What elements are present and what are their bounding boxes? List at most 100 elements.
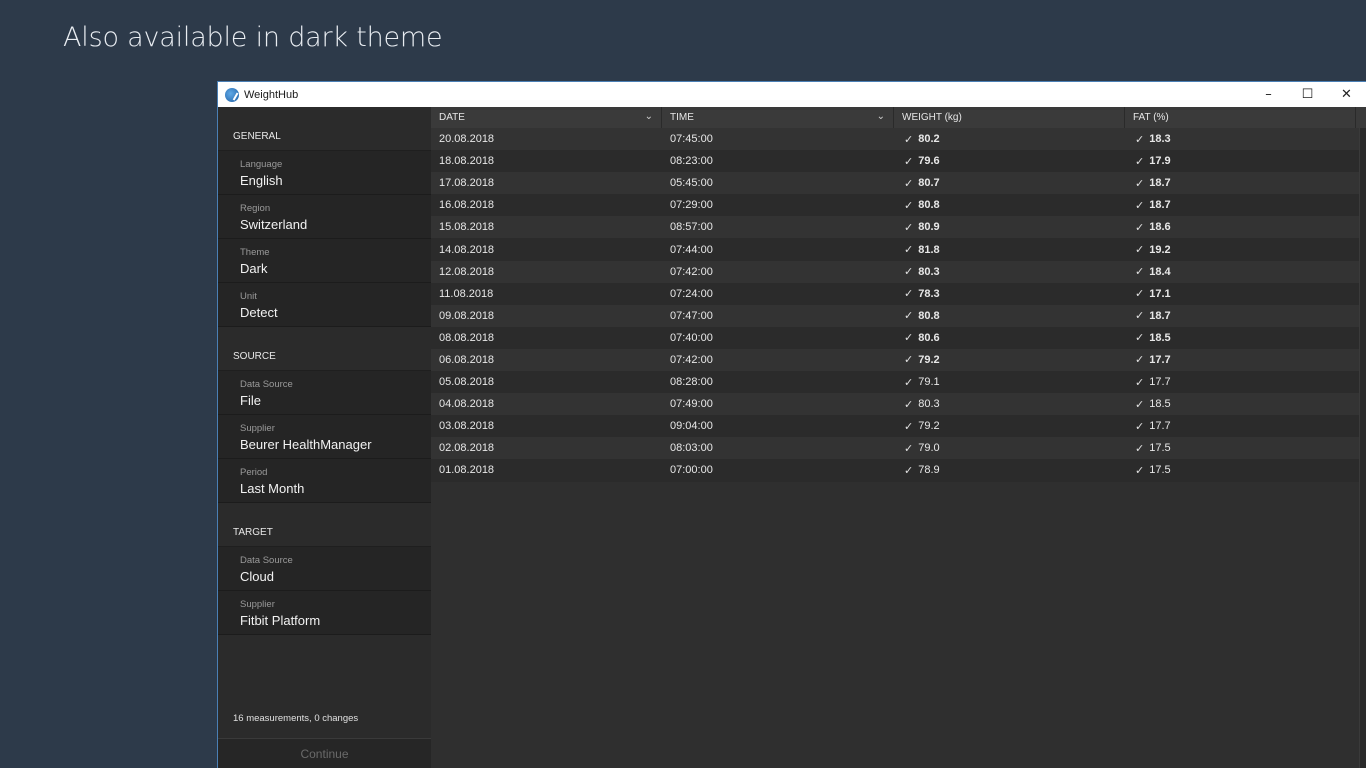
table-row[interactable]: 03.08.2018 09:04:00 ✓ 79.2 ✓ 17.7 — [431, 415, 1366, 438]
checkmark-icon: ✓ — [1135, 419, 1145, 433]
table-row[interactable]: 05.08.2018 08:28:00 ✓ 79.1 ✓ 17.7 — [431, 371, 1366, 394]
table-row[interactable]: 06.08.2018 07:42:00 ✓ 79.2 ✓ 17.7 — [431, 348, 1366, 372]
table-row[interactable]: 16.08.2018 07:29:00 ✓ 80.8 ✓ 18.7 — [431, 194, 1366, 217]
time-value: 07:42:00 — [670, 265, 713, 278]
fat-value: 17.1 — [1149, 287, 1171, 300]
time-value: 07:29:00 — [670, 199, 713, 212]
checkmark-icon: ✓ — [1135, 176, 1145, 190]
date-value: 09.08.2018 — [439, 309, 495, 322]
table-row[interactable]: 20.08.2018 07:45:00 ✓ 80.2 ✓ 18.3 — [431, 128, 1366, 151]
checkmark-icon: ✓ — [1135, 353, 1145, 367]
weight-cell: ✓ 80.6 — [894, 331, 1125, 344]
chevron-down-icon[interactable]: ⌄ — [645, 111, 653, 122]
setting-target-supplier[interactable]: Supplier Fitbit Platform — [218, 591, 431, 635]
weight-cell: ✓ 80.2 — [894, 133, 1125, 146]
setting-label: Supplier — [240, 599, 275, 610]
minimize-button[interactable]: – — [1249, 82, 1288, 107]
checkmark-icon: ✓ — [904, 198, 914, 212]
table-row[interactable]: 01.08.2018 07:00:00 ✓ 78.9 ✓ 17.5 — [431, 459, 1366, 482]
fat-cell: ✓ 18.5 — [1125, 398, 1356, 411]
checkmark-icon: ✓ — [1135, 132, 1145, 146]
table-row[interactable]: 17.08.2018 05:45:00 ✓ 80.7 ✓ 18.7 — [431, 172, 1366, 195]
weight-value: 79.2 — [918, 420, 940, 433]
time-cell: 07:45:00 — [662, 133, 894, 145]
checkmark-icon: ✓ — [904, 331, 914, 345]
setting-language[interactable]: Language English — [218, 151, 431, 195]
time-cell: 07:40:00 — [662, 332, 894, 344]
date-value: 17.08.2018 — [439, 177, 495, 190]
maximize-button[interactable]: ☐ — [1288, 82, 1327, 107]
time-value: 07:40:00 — [670, 331, 713, 344]
table-row[interactable]: 15.08.2018 08:57:00 ✓ 80.9 ✓ 18.6 — [431, 216, 1366, 239]
setting-value: Beurer HealthManager — [240, 437, 372, 452]
checkmark-icon: ✓ — [1135, 309, 1145, 323]
setting-unit[interactable]: Unit Detect — [218, 283, 431, 327]
table-row[interactable]: 09.08.2018 07:47:00 ✓ 80.8 ✓ 18.7 — [431, 304, 1366, 327]
setting-label: Theme — [240, 247, 270, 258]
table-row[interactable]: 11.08.2018 07:24:00 ✓ 78.3 ✓ 17.1 — [431, 282, 1366, 305]
fat-value: 18.7 — [1149, 199, 1171, 212]
measurements-table: DATE ⌄ TIME ⌄ WEIGHT (kg) FAT (%) 20.08.… — [431, 107, 1366, 768]
weight-value: 80.3 — [918, 398, 940, 411]
checkmark-icon: ✓ — [904, 419, 914, 433]
column-header-label: FAT (%) — [1133, 112, 1169, 123]
table-row[interactable]: 04.08.2018 07:49:00 ✓ 80.3 ✓ 18.5 — [431, 393, 1366, 416]
table-row[interactable]: 02.08.2018 08:03:00 ✓ 79.0 ✓ 17.5 — [431, 437, 1366, 460]
column-header-label: WEIGHT (kg) — [902, 112, 962, 123]
checkmark-icon: ✓ — [1135, 331, 1145, 345]
checkmark-icon: ✓ — [904, 220, 914, 234]
fat-cell: ✓ 17.7 — [1125, 420, 1356, 433]
chevron-down-icon[interactable]: ⌄ — [877, 111, 885, 122]
fat-cell: ✓ 18.7 — [1125, 199, 1356, 212]
table-row[interactable]: 14.08.2018 07:44:00 ✓ 81.8 ✓ 19.2 — [431, 238, 1366, 261]
fat-cell: ✓ 17.9 — [1125, 155, 1356, 168]
table-row[interactable]: 08.08.2018 07:40:00 ✓ 80.6 ✓ 18.5 — [431, 326, 1366, 349]
setting-region[interactable]: Region Switzerland — [218, 195, 431, 239]
fat-value: 17.5 — [1149, 442, 1171, 455]
column-header-date[interactable]: DATE ⌄ — [431, 107, 662, 128]
time-value: 05:45:00 — [670, 177, 713, 190]
time-cell: 08:57:00 — [662, 221, 894, 233]
checkmark-icon: ✓ — [904, 287, 914, 301]
setting-source-period[interactable]: Period Last Month — [218, 459, 431, 503]
setting-source-supplier[interactable]: Supplier Beurer HealthManager — [218, 415, 431, 459]
checkmark-icon: ✓ — [904, 265, 914, 279]
setting-theme[interactable]: Theme Dark — [218, 239, 431, 283]
setting-source-data-source[interactable]: Data Source File — [218, 371, 431, 415]
column-header-weight[interactable]: WEIGHT (kg) — [894, 107, 1125, 128]
time-value: 07:44:00 — [670, 243, 713, 256]
date-cell: 04.08.2018 — [431, 398, 662, 410]
continue-button[interactable]: Continue — [218, 738, 431, 768]
date-cell: 11.08.2018 — [431, 288, 662, 300]
column-header-time[interactable]: TIME ⌄ — [662, 107, 894, 128]
table-row[interactable]: 12.08.2018 07:42:00 ✓ 80.3 ✓ 18.4 — [431, 260, 1366, 283]
date-cell: 06.08.2018 — [431, 354, 662, 366]
weight-value: 80.9 — [918, 221, 940, 234]
date-cell: 12.08.2018 — [431, 266, 662, 278]
setting-target-data-source[interactable]: Data Source Cloud — [218, 547, 431, 591]
app-logo-icon — [225, 87, 239, 102]
weight-value: 78.3 — [918, 287, 940, 300]
setting-label: Language — [240, 159, 283, 170]
table-row[interactable]: 18.08.2018 08:23:00 ✓ 79.6 ✓ 17.9 — [431, 150, 1366, 173]
setting-label: Supplier — [240, 423, 275, 434]
time-cell: 09:04:00 — [662, 420, 894, 432]
weight-value: 78.9 — [918, 464, 940, 477]
weight-cell: ✓ 79.6 — [894, 155, 1125, 168]
date-value: 16.08.2018 — [439, 199, 495, 212]
column-header-fat[interactable]: FAT (%) — [1125, 107, 1356, 128]
weight-value: 80.2 — [918, 133, 940, 146]
date-value: 02.08.2018 — [439, 442, 495, 455]
fat-value: 18.7 — [1149, 177, 1171, 190]
setting-value: File — [240, 393, 261, 408]
fat-cell: ✓ 18.5 — [1125, 331, 1356, 344]
date-value: 08.08.2018 — [439, 331, 495, 344]
date-value: 14.08.2018 — [439, 243, 495, 256]
vertical-scrollbar[interactable] — [1359, 128, 1366, 768]
time-cell: 07:49:00 — [662, 398, 894, 410]
date-value: 05.08.2018 — [439, 376, 495, 389]
close-button[interactable]: ✕ — [1327, 82, 1366, 107]
date-value: 01.08.2018 — [439, 464, 495, 477]
weight-value: 80.6 — [918, 331, 940, 344]
checkmark-icon: ✓ — [904, 176, 914, 190]
